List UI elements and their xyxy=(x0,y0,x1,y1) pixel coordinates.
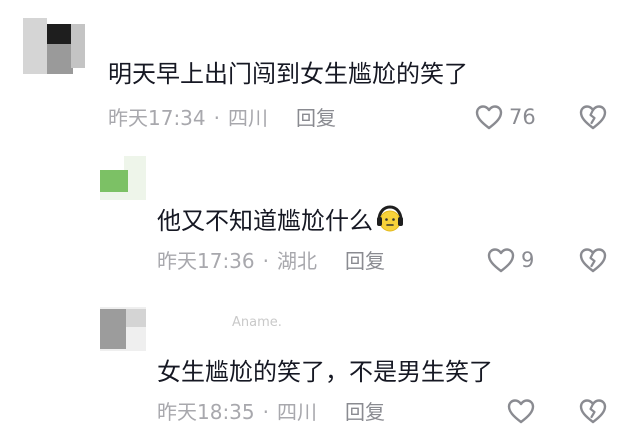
heart-outline-icon xyxy=(507,398,535,424)
comment-time: 昨天17:34 xyxy=(108,106,206,130)
broken-heart-icon xyxy=(579,398,607,424)
avatar[interactable] xyxy=(100,307,146,351)
reply-button[interactable]: 回复 xyxy=(296,104,336,132)
comment-location: 四川 xyxy=(228,106,268,130)
dislike-button[interactable] xyxy=(579,398,607,424)
meta-separator: · xyxy=(262,249,269,273)
comment-item: 他又不知道尴尬什么 昨天17:36 · 湖北 回复 9 xyxy=(0,150,640,295)
comment-item: 明天早上出门闯到女生尴尬的笑了 昨天17:34 · 四川 回复 76 xyxy=(0,0,640,150)
like-button[interactable]: 9 xyxy=(487,247,534,273)
comment-location: 湖北 xyxy=(277,249,317,273)
comment-meta: 昨天18:35 · 四川 回复 xyxy=(157,398,385,426)
comment-text: 明天早上出门闯到女生尴尬的笑了 xyxy=(108,60,468,88)
headphone-face-emoji xyxy=(375,204,405,234)
username[interactable]: Aname. xyxy=(232,315,282,330)
avatar[interactable] xyxy=(100,156,146,200)
comment-text: 他又不知道尴尬什么 xyxy=(157,204,405,237)
like-count: 76 xyxy=(509,105,536,129)
avatar[interactable] xyxy=(23,18,85,74)
comment-time: 昨天17:36 xyxy=(157,249,255,273)
meta-separator: · xyxy=(213,106,220,130)
comment-screen: { "comments": [ { "username": "", "text"… xyxy=(0,0,640,443)
heart-outline-icon xyxy=(487,247,515,273)
comment-text-content: 他又不知道尴尬什么 xyxy=(157,207,373,235)
like-count: 9 xyxy=(521,248,535,272)
meta-separator: · xyxy=(262,400,269,424)
comment-location: 四川 xyxy=(277,400,317,424)
reply-button[interactable]: 回复 xyxy=(345,247,385,275)
reply-button[interactable]: 回复 xyxy=(345,398,385,426)
comment-item: Aname. 女生尴尬的笑了，不是男生笑了 昨天18:35 · 四川 回复 xyxy=(0,295,640,443)
like-button[interactable]: 76 xyxy=(475,104,536,130)
like-button[interactable] xyxy=(507,398,541,424)
heart-outline-icon xyxy=(475,104,503,130)
comment-meta: 昨天17:34 · 四川 回复 xyxy=(108,104,336,132)
broken-heart-icon xyxy=(579,247,607,273)
comment-text: 女生尴尬的笑了，不是男生笑了 xyxy=(157,358,493,386)
comment-time: 昨天18:35 xyxy=(157,400,255,424)
dislike-button[interactable] xyxy=(579,247,607,273)
comment-meta: 昨天17:36 · 湖北 回复 xyxy=(157,247,385,275)
dislike-button[interactable] xyxy=(579,104,607,130)
broken-heart-icon xyxy=(579,104,607,130)
